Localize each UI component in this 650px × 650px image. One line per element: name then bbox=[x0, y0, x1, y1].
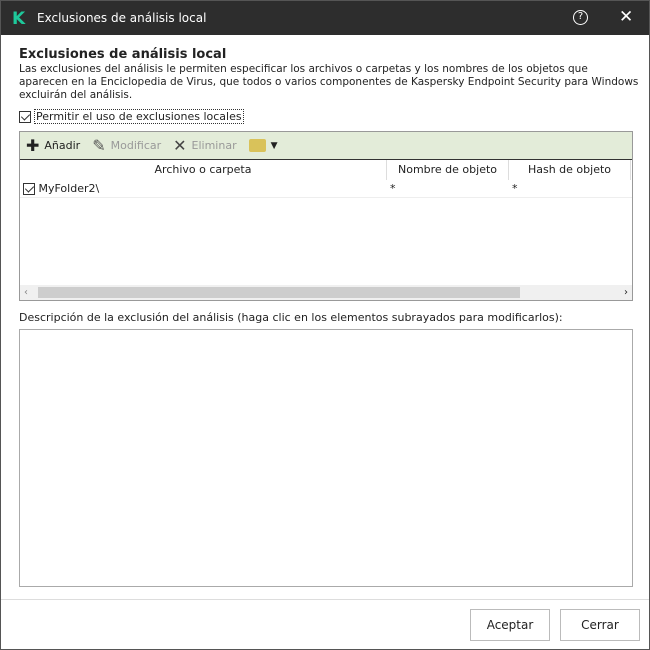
row-checkbox[interactable] bbox=[23, 183, 35, 195]
edit-label: Modificar bbox=[110, 139, 162, 152]
row-path: MyFolder2\ bbox=[38, 182, 100, 195]
column-header-hash[interactable]: Hash de objeto bbox=[509, 160, 631, 180]
kaspersky-logo: K bbox=[12, 9, 26, 29]
scrollbar-thumb[interactable] bbox=[38, 287, 520, 298]
allow-label: Permitir el uso de exclusiones locales bbox=[34, 109, 244, 124]
page-description: Las exclusiones del análisis le permiten… bbox=[19, 63, 639, 101]
checkbox-icon[interactable] bbox=[19, 111, 31, 123]
row-hash: * bbox=[512, 182, 518, 195]
page-title: Exclusiones de análisis local bbox=[19, 47, 227, 62]
footer: Aceptar Cerrar bbox=[1, 599, 649, 649]
table-row[interactable]: MyFolder2\ * * bbox=[20, 180, 632, 198]
add-label: Añadir bbox=[44, 139, 81, 152]
row-object: * bbox=[390, 182, 396, 195]
folder-icon bbox=[248, 139, 266, 152]
allow-local-exclusions-checkbox[interactable]: Permitir el uso de exclusiones locales bbox=[19, 109, 244, 124]
column-header-object[interactable]: Nombre de objeto bbox=[387, 160, 509, 180]
column-header-file[interactable]: Archivo o carpeta bbox=[20, 160, 387, 180]
exclusion-description-box[interactable] bbox=[19, 329, 633, 587]
exclusions-table: ✚ Añadir ✎ Modificar ✕ Eliminar ▼ Archivo o… bbox=[19, 131, 633, 301]
edit-button[interactable]: ✎ Modificar bbox=[92, 136, 161, 155]
dialog-window: K Exclusiones de análisis local ? ✕ Excl… bbox=[0, 0, 650, 650]
dropdown-arrow-icon: ▼ bbox=[270, 140, 278, 151]
close-icon[interactable]: ✕ bbox=[619, 7, 633, 27]
title-bar: K Exclusiones de análisis local ? ✕ bbox=[1, 1, 649, 35]
plus-icon: ✚ bbox=[26, 136, 40, 155]
table-header: Archivo o carpeta Nombre de objeto Hash … bbox=[20, 160, 632, 180]
scroll-left-icon[interactable]: ‹ bbox=[24, 287, 28, 298]
x-icon: ✕ bbox=[173, 136, 187, 155]
pencil-icon: ✎ bbox=[92, 136, 106, 155]
window-title: Exclusiones de análisis local bbox=[37, 11, 207, 25]
ok-button[interactable]: Aceptar bbox=[470, 609, 550, 641]
close-button[interactable]: Cerrar bbox=[560, 609, 640, 641]
horizontal-scrollbar[interactable]: ‹ › bbox=[20, 285, 632, 300]
folder-menu-button[interactable]: ▼ bbox=[248, 139, 278, 152]
scroll-right-icon[interactable]: › bbox=[624, 287, 628, 298]
toolbar: ✚ Añadir ✎ Modificar ✕ Eliminar ▼ bbox=[20, 132, 632, 160]
description-label: Descripción de la exclusión del análisis… bbox=[19, 311, 563, 324]
help-icon[interactable]: ? bbox=[573, 10, 588, 25]
delete-label: Eliminar bbox=[191, 139, 237, 152]
delete-button[interactable]: ✕ Eliminar bbox=[173, 136, 236, 155]
add-button[interactable]: ✚ Añadir bbox=[26, 136, 80, 155]
